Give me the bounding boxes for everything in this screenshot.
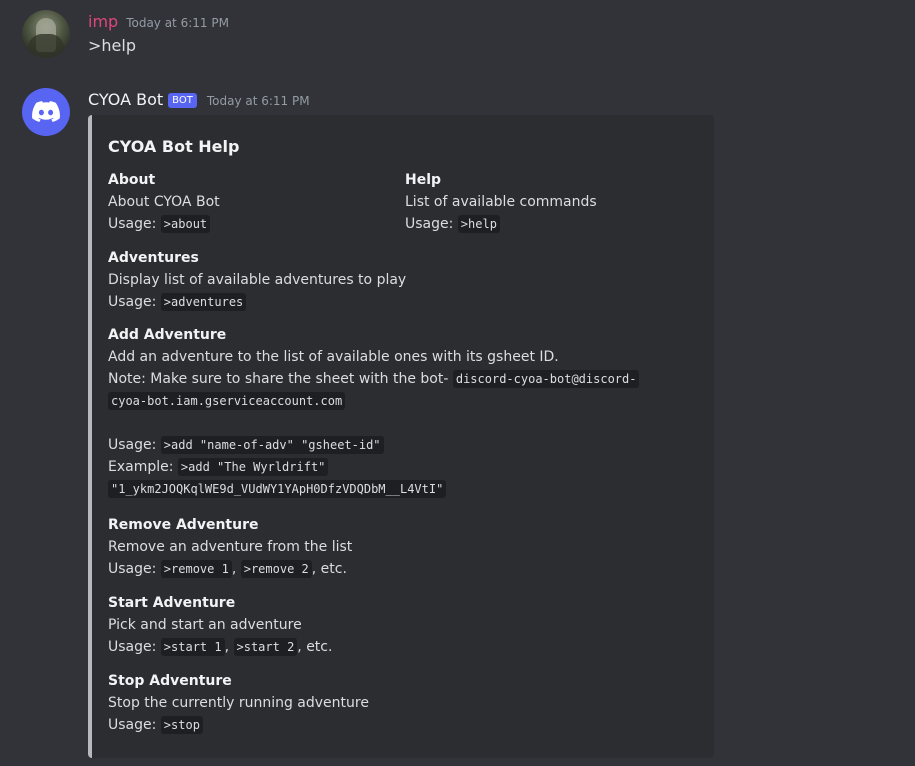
usage-label: Usage:	[108, 717, 161, 733]
usage-suffix: , etc.	[311, 561, 347, 577]
field-desc: List of available commands	[405, 194, 597, 210]
message-bot: CYOA Bot BOT Today at 6:11 PM CYOA Bot H…	[0, 0, 915, 766]
separator: ,	[231, 561, 241, 577]
field-desc: Stop the currently running adventure	[108, 695, 369, 711]
field-name: Stop Adventure	[108, 673, 232, 689]
command-code: >remove 2	[240, 560, 312, 578]
field-desc: About CYOA Bot	[108, 194, 220, 210]
help-embed: CYOA Bot Help About About CYOA Bot Usage…	[88, 115, 714, 758]
command-code: >stop	[160, 716, 203, 734]
note-label: Note: Make sure to share the sheet with …	[108, 371, 453, 387]
command-code: >about	[160, 215, 211, 233]
bot-avatar[interactable]	[22, 88, 70, 136]
field-usage: Usage: >remove 1, >remove 2, etc.	[108, 558, 698, 580]
command-code: >start 1	[160, 638, 225, 656]
field-example: Example: >add "The Wyrldrift"	[108, 456, 708, 478]
field-name: Add Adventure	[108, 327, 227, 343]
usage-label: Usage:	[108, 294, 161, 310]
message-header: CYOA Bot BOT Today at 6:11 PM	[88, 90, 310, 110]
field-name: About	[108, 172, 156, 188]
field-remove-adventure: Remove Adventure Remove an adventure fro…	[108, 514, 698, 580]
usage-label: Usage:	[108, 639, 161, 655]
example-label: Example:	[108, 459, 178, 475]
field-usage: Usage: >about	[108, 213, 398, 235]
command-code: >help	[457, 215, 500, 233]
command-code: >remove 1	[160, 560, 232, 578]
discord-logo-icon	[32, 101, 60, 122]
field-usage: Usage: >add "name-of-adv" "gsheet-id"	[108, 434, 708, 456]
field-note-cont: cyoa-bot.iam.gserviceaccount.com	[108, 390, 708, 412]
field-desc: Remove an adventure from the list	[108, 539, 353, 555]
field-name: Start Adventure	[108, 595, 236, 611]
field-desc: Display list of available adventures to …	[108, 272, 407, 288]
command-code: "1_ykm2JOQKqlWE9d_VUdWY1YApH0DfzVDQDbM__…	[108, 480, 447, 498]
command-code: >add "name-of-adv" "gsheet-id"	[160, 436, 384, 454]
command-code: >start 2	[233, 638, 298, 656]
field-stop-adventure: Stop Adventure Stop the currently runnin…	[108, 670, 698, 736]
usage-suffix: , etc.	[297, 639, 333, 655]
username[interactable]: CYOA Bot	[88, 90, 163, 109]
field-usage: Usage: >stop	[108, 714, 698, 736]
bot-tag: BOT	[168, 93, 197, 108]
field-start-adventure: Start Adventure Pick and start an advent…	[108, 592, 698, 658]
field-name: Help	[405, 172, 442, 188]
field-about: About About CYOA Bot Usage: >about	[108, 169, 398, 235]
field-usage: Usage: >adventures	[108, 291, 698, 313]
field-help: Help List of available commands Usage: >…	[405, 169, 695, 235]
field-adventures: Adventures Display list of available adv…	[108, 247, 698, 313]
usage-label: Usage:	[405, 216, 458, 232]
field-desc: Pick and start an adventure	[108, 617, 302, 633]
command-code: >adventures	[160, 293, 247, 311]
field-desc: Add an adventure to the list of availabl…	[108, 349, 559, 365]
field-example-cont: "1_ykm2JOQKqlWE9d_VUdWY1YApH0DfzVDQDbM__…	[108, 478, 708, 500]
usage-label: Usage:	[108, 437, 161, 453]
field-usage: Usage: >help	[405, 213, 695, 235]
embed-title: CYOA Bot Help	[108, 137, 240, 156]
separator: ,	[224, 639, 234, 655]
field-name: Remove Adventure	[108, 517, 259, 533]
field-add-adventure: Add Adventure Add an adventure to the li…	[108, 324, 708, 500]
usage-label: Usage:	[108, 561, 161, 577]
command-code: >add "The Wyrldrift"	[177, 458, 329, 476]
field-note: Note: Make sure to share the sheet with …	[108, 368, 708, 390]
field-usage: Usage: >start 1, >start 2, etc.	[108, 636, 698, 658]
timestamp[interactable]: Today at 6:11 PM	[207, 94, 310, 108]
field-name: Adventures	[108, 250, 199, 266]
usage-label: Usage:	[108, 216, 161, 232]
email-code: cyoa-bot.iam.gserviceaccount.com	[108, 392, 346, 410]
email-code: discord-cyoa-bot@discord-	[452, 370, 640, 388]
